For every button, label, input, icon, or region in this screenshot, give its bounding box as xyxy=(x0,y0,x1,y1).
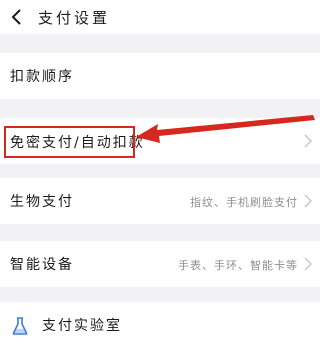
row-label: 智能设备 xyxy=(10,257,74,273)
chevron-right-icon xyxy=(304,194,312,208)
row-payment-lab[interactable]: 支付实验室 xyxy=(0,302,320,348)
row-label: 扣款顺序 xyxy=(10,69,74,85)
flask-icon xyxy=(12,317,28,335)
chevron-left-icon[interactable] xyxy=(10,9,22,25)
header-bar: 支付设置 xyxy=(0,0,320,34)
annotation-arrow-icon xyxy=(136,115,315,143)
annotation-highlight-box xyxy=(4,126,135,158)
chevron-right-icon xyxy=(304,257,312,271)
row-value: 指纹、手机刷脸支付 xyxy=(190,196,298,209)
row-biometric-payment[interactable]: 生物支付 指纹、手机刷脸支付 xyxy=(0,178,320,224)
row-label: 支付实验室 xyxy=(42,318,122,334)
row-smart-devices[interactable]: 智能设备 手表、手环、智能卡等 xyxy=(0,241,320,287)
page-title: 支付设置 xyxy=(38,9,111,27)
row-value: 手表、手环、智能卡等 xyxy=(178,259,298,272)
row-label: 生物支付 xyxy=(10,194,74,210)
row-deduction-order[interactable]: 扣款顺序 xyxy=(0,53,320,99)
